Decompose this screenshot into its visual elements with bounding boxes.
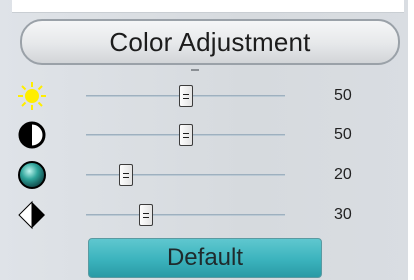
panel-header: Color Adjustment xyxy=(20,19,400,65)
slider-row-saturation: 20 xyxy=(0,156,414,194)
saturation-slider-thumb[interactable] xyxy=(118,164,133,186)
sharpness-slider-track[interactable] xyxy=(86,214,285,216)
brightness-slider-thumb[interactable] xyxy=(178,85,193,107)
default-button[interactable]: Default xyxy=(88,238,322,278)
sharpness-value: 30 xyxy=(334,206,352,223)
page-title: Color Adjustment xyxy=(109,26,311,57)
color-adjustment-panel: Color Adjustment 50 50 20 30 Default xyxy=(0,0,414,280)
contrast-slider-thumb[interactable] xyxy=(178,124,193,146)
slider-row-sharpness: 30 xyxy=(0,196,414,234)
saturation-slider-track[interactable] xyxy=(86,174,285,176)
header-divider xyxy=(191,69,199,71)
saturation-value: 20 xyxy=(334,166,352,183)
contrast-icon xyxy=(18,121,46,149)
saturation-icon xyxy=(18,161,46,189)
sharpness-slider-thumb[interactable] xyxy=(138,204,153,226)
contrast-value: 50 xyxy=(334,126,352,143)
slider-row-brightness: 50 xyxy=(0,77,414,115)
slider-row-contrast: 50 xyxy=(0,116,414,154)
panel-top-edge xyxy=(12,0,404,13)
sharpness-icon xyxy=(18,200,45,230)
sun-icon xyxy=(18,82,46,110)
brightness-value: 50 xyxy=(334,87,352,104)
